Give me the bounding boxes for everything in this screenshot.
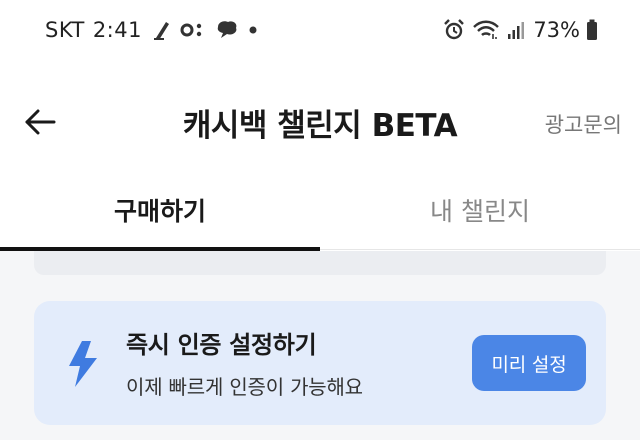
previous-card: [34, 251, 606, 275]
lightning-bolt-icon: [69, 341, 97, 387]
notification-icons: [152, 18, 266, 42]
tab-my-challenge[interactable]: 내 챌린지: [320, 176, 640, 252]
battery-icon: [587, 19, 597, 40]
tab-divider: [320, 249, 640, 250]
chat-bubble-notification-icon: [217, 21, 237, 38]
wifi-icon: [473, 20, 500, 39]
tab-buy[interactable]: 구매하기: [0, 176, 320, 252]
instant-verification-card: 즉시 인증 설정하기 이제 빠르게 인증이 가능해요 미리 설정: [34, 301, 606, 425]
dot-notification-icon: [249, 26, 257, 34]
status-left: SKT 2:41: [45, 18, 266, 42]
tab-buy-label: 구매하기: [113, 197, 206, 226]
tab-bar: 구매하기 내 챌린지: [0, 176, 640, 252]
promo-title: 즉시 인증 설정하기: [126, 331, 317, 359]
app-bar: 캐시백 챌린지 BETA 광고문의: [0, 90, 640, 154]
ad-inquiry-link[interactable]: 광고문의: [545, 109, 622, 139]
signal-icon: [508, 22, 525, 39]
link-notification-icon: [180, 23, 202, 37]
preset-button[interactable]: 미리 설정: [472, 335, 586, 391]
status-right: 73%: [443, 18, 606, 42]
tab-my-challenge-label: 내 챌린지: [430, 197, 530, 226]
carrier-label: SKT: [45, 18, 85, 42]
battery-percent: 73%: [533, 18, 580, 42]
pen-notification-icon: [153, 22, 169, 40]
content-area[interactable]: 즉시 인증 설정하기 이제 빠르게 인증이 가능해요 미리 설정: [0, 251, 640, 440]
status-bar: SKT 2:41 73%: [0, 0, 640, 62]
promo-subtitle: 이제 빠르게 인증이 가능해요: [126, 375, 363, 399]
alarm-icon: [444, 19, 465, 40]
status-time: 2:41: [92, 18, 142, 42]
